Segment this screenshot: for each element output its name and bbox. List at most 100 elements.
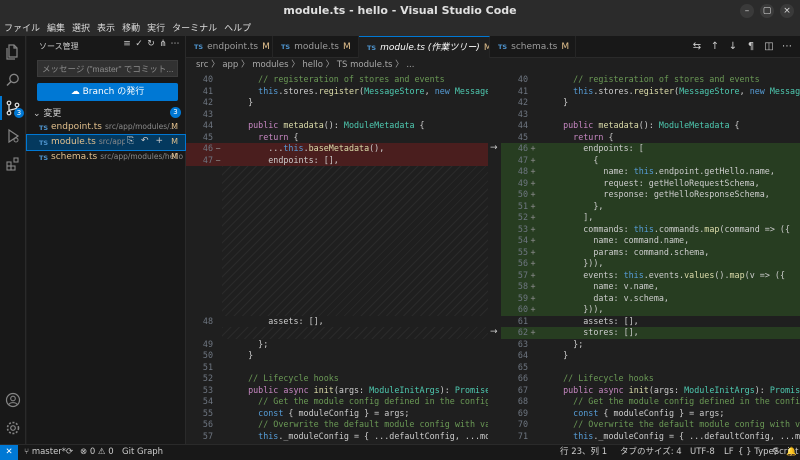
search-icon[interactable] [0, 68, 26, 92]
tab-module-working-tree[interactable]: TSmodule.ts (作業ツリー)M× [359, 36, 490, 58]
changes-group-header[interactable]: ⌄ 変更 3 [33, 106, 183, 120]
split-editor-icon[interactable]: ◫ [760, 41, 778, 52]
code-line[interactable]: 42 } [501, 97, 800, 109]
files-icon[interactable] [0, 40, 26, 64]
maximize-button[interactable]: ▢ [760, 4, 774, 18]
code-line[interactable]: 47 + { [501, 154, 800, 166]
code-line[interactable]: 50 + response: getHelloResponseSchema, [501, 189, 800, 201]
code-line[interactable]: 41 this.stores.register(MessageStore, ne… [186, 86, 488, 98]
code-line[interactable]: 41 this.stores.register(MessageStore, ne… [501, 86, 800, 98]
commit-check-icon[interactable]: ✓ [133, 39, 145, 49]
code-line[interactable]: 70 // Overwrite the default module confi… [501, 419, 800, 431]
code-line[interactable]: 43 [186, 109, 488, 121]
code-line[interactable]: 52 + ], [501, 212, 800, 224]
code-line[interactable]: 49 }; [186, 339, 488, 351]
code-line[interactable]: 53 + commands: this.commands.map(command … [501, 223, 800, 235]
code-line[interactable]: 67 public async init(args: ModuleInitArg… [501, 385, 800, 397]
code-line[interactable]: 40 // registeration of stores and events [501, 74, 800, 86]
show-whitespace-icon[interactable]: ¶ [742, 41, 760, 52]
menu-view[interactable]: 表示 [97, 22, 115, 36]
changed-file-endpoint[interactable]: TS endpoint.ts src/app/modules/... M [27, 120, 185, 135]
diff-original-pane[interactable]: 40 // registeration of stores and events… [186, 72, 488, 444]
next-change-icon[interactable]: ↓ [724, 41, 742, 52]
code-line[interactable]: 63 }; [501, 339, 800, 351]
revert-change-arrow-icon[interactable]: → [490, 143, 498, 153]
source-control-icon[interactable]: 3 [0, 96, 26, 120]
code-line[interactable]: 40 // registeration of stores and events [186, 74, 488, 86]
code-line[interactable]: 64 } [501, 350, 800, 362]
close-window-button[interactable]: × [780, 4, 794, 18]
code-line[interactable]: 47− endpoints: [], [186, 154, 488, 166]
menu-help[interactable]: ヘルプ [224, 22, 251, 36]
code-line[interactable]: 55 const { moduleConfig } = args; [186, 408, 488, 420]
code-line[interactable]: 52 // Lifecycle hooks [186, 373, 488, 385]
code-line[interactable]: 49 + request: getHelloRequestSchema, [501, 177, 800, 189]
manage-gear-icon[interactable] [0, 416, 26, 440]
code-line[interactable]: 54 + name: command.name, [501, 235, 800, 247]
branch-status[interactable]: ⑂ master* [24, 445, 66, 460]
sync-icon[interactable]: ⟳ [66, 445, 73, 460]
menu-terminal[interactable]: ターミナル [172, 22, 217, 36]
problems-status[interactable]: ⊗ 0 ⚠ 0 [80, 445, 114, 460]
revert-change-arrow-icon[interactable]: → [490, 327, 498, 337]
view-as-list-icon[interactable]: ≡ [121, 39, 133, 49]
code-line[interactable]: 57 this._moduleConfig = { ...defaultConf… [186, 431, 488, 443]
code-line[interactable]: 65 [501, 362, 800, 374]
code-line[interactable]: 61 assets: [], [501, 316, 800, 328]
more-actions-icon[interactable]: ⋯ [169, 39, 181, 49]
eol-status[interactable]: LF [724, 445, 734, 460]
menu-file[interactable]: ファイル [4, 22, 40, 36]
code-line[interactable]: 51 + }, [501, 200, 800, 212]
code-line[interactable]: 57 + events: this.events.values().map(v =… [501, 269, 800, 281]
breadcrumb[interactable]: src 〉 app 〉 modules 〉 hello 〉 TS module.… [186, 58, 800, 72]
code-line[interactable]: 62 + stores: [], [501, 327, 800, 339]
code-line[interactable]: 50 } [186, 350, 488, 362]
more-actions-icon[interactable]: ⋯ [778, 41, 796, 52]
code-line[interactable]: 56 // Overwrite the default module confi… [186, 419, 488, 431]
code-line[interactable]: 71 this._moduleConfig = { ...defaultConf… [501, 431, 800, 443]
feedback-icon[interactable]: ⚲ [772, 445, 778, 460]
menu-run[interactable]: 実行 [147, 22, 165, 36]
changed-file-schema[interactable]: TS schema.ts src/app/modules/hello M [27, 150, 185, 165]
code-line[interactable]: 60 + })), [501, 304, 800, 316]
diff-modified-pane[interactable]: 40 // registeration of stores and events… [501, 72, 800, 444]
code-line[interactable]: 69 const { moduleConfig } = args; [501, 408, 800, 420]
notifications-bell-icon[interactable]: 🔔 [786, 445, 797, 460]
code-line[interactable]: 45 return { [186, 132, 488, 144]
code-line[interactable]: 42 } [186, 97, 488, 109]
previous-change-icon[interactable]: ↑ [706, 41, 724, 52]
cursor-position[interactable]: 行 23、列 1 [560, 445, 607, 460]
open-changes-icon[interactable]: ⇆ [688, 41, 706, 52]
minimize-button[interactable]: – [740, 4, 754, 18]
code-line[interactable]: 48 + name: this.endpoint.getHello.name, [501, 166, 800, 178]
code-line[interactable]: 68 // Get the module config defined in t… [501, 396, 800, 408]
code-line[interactable]: 51 [186, 362, 488, 374]
account-icon[interactable] [0, 388, 26, 412]
code-line[interactable]: 55 + params: command.schema, [501, 246, 800, 258]
tab-module[interactable]: TS module.ts M [273, 36, 359, 58]
refresh-icon[interactable]: ↻ [145, 39, 157, 49]
branch-icon[interactable]: ⋔ [157, 39, 169, 49]
code-line[interactable]: 56 + })), [501, 258, 800, 270]
remote-indicator-icon[interactable]: ✕ [0, 445, 18, 460]
encoding-status[interactable]: UTF-8 [690, 445, 715, 460]
tab-endpoint[interactable]: TS endpoint.ts M [186, 36, 273, 58]
code-line[interactable]: 45 return { [501, 132, 800, 144]
commit-message-input[interactable] [37, 60, 178, 77]
file-actions[interactable]: ⎘ ↶ + [124, 136, 165, 146]
code-line[interactable]: 46− ...this.baseMetadata(), [186, 143, 488, 155]
code-line[interactable]: 53 public async init(args: ModuleInitArg… [186, 385, 488, 397]
extensions-icon[interactable] [0, 152, 26, 176]
changed-file-module[interactable]: TS module.ts src/app/... ⎘ ↶ + M [26, 134, 186, 151]
git-graph-button[interactable]: Git Graph [122, 445, 163, 460]
code-line[interactable]: 44 public metadata(): ModuleMetadata { [501, 120, 800, 132]
code-line[interactable]: 44 public metadata(): ModuleMetadata { [186, 120, 488, 132]
code-line[interactable]: 48 assets: [], [186, 316, 488, 328]
tab-schema[interactable]: TS schema.ts M [490, 36, 576, 58]
code-line[interactable]: 46 + endpoints: [ [501, 143, 800, 155]
code-line[interactable]: 43 [501, 109, 800, 121]
menu-edit[interactable]: 編集 [47, 22, 65, 36]
run-debug-icon[interactable] [0, 124, 26, 148]
code-line[interactable]: 66 // Lifecycle hooks [501, 373, 800, 385]
indentation-status[interactable]: タブのサイズ: 4 [620, 445, 682, 460]
